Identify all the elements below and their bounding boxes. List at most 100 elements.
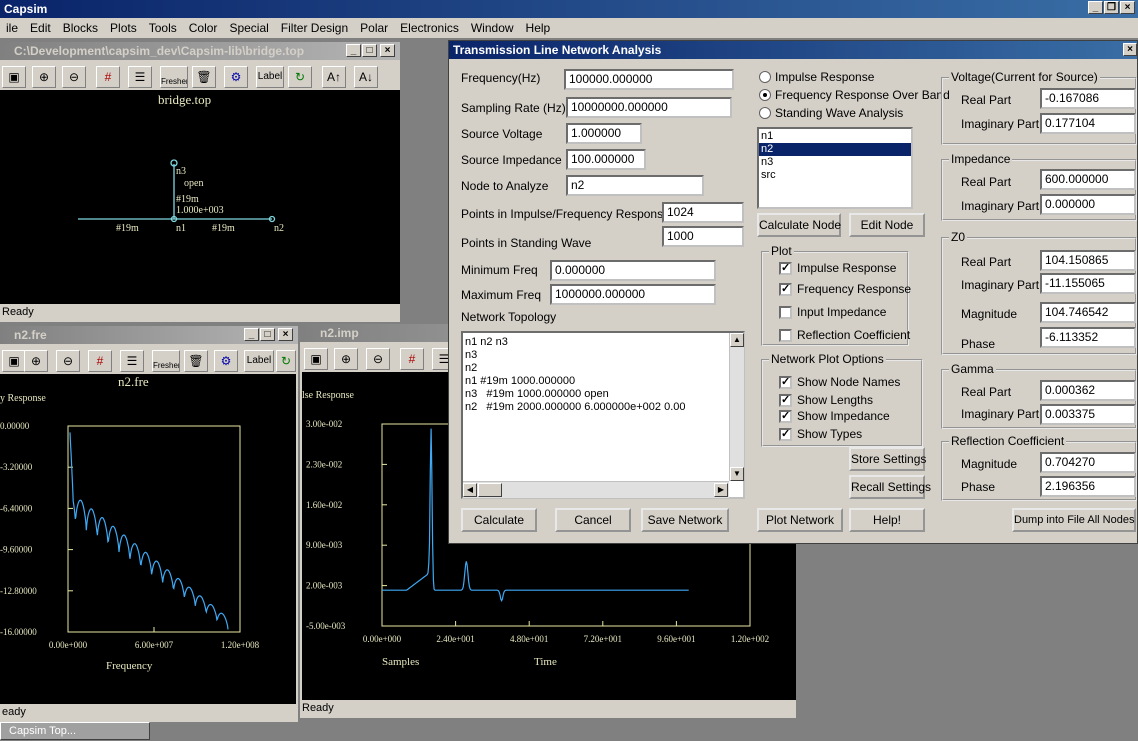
fre-maximize-button[interactable]: □	[260, 328, 275, 341]
impedance-imag-field[interactable]: 0.000000	[1040, 194, 1136, 215]
checkbox[interactable]: ✓	[779, 410, 792, 423]
checkbox[interactable]	[779, 306, 792, 319]
blocks-icon[interactable]: ⚙	[214, 350, 238, 372]
freshen-button[interactable]: Freshen	[160, 66, 188, 88]
menu-item-3[interactable]: Plots	[104, 21, 143, 35]
scroll-up-arrow[interactable]: ▲	[730, 333, 744, 347]
label-button[interactable]: Label	[256, 66, 284, 88]
app-restore-button[interactable]: ❐	[1104, 1, 1119, 14]
node-listbox[interactable]: n1 n2 n3 src	[757, 127, 913, 209]
list-icon[interactable]: ☰	[120, 350, 144, 372]
calculate-button[interactable]: Calculate	[461, 508, 537, 532]
checkbox[interactable]: ✓	[779, 283, 792, 296]
impedance-real-field[interactable]: 600.000000	[1040, 169, 1136, 190]
gamma-imag-field[interactable]: 0.003375	[1040, 404, 1136, 425]
z0-imag-field[interactable]: -11.155065	[1040, 273, 1136, 294]
trash-icon[interactable]: 🗑	[192, 66, 216, 88]
menu-item-4[interactable]: Tools	[143, 21, 183, 35]
node-to-analyze-field[interactable]: n2	[566, 175, 704, 196]
radio-circle[interactable]	[759, 71, 771, 83]
trash-icon[interactable]: 🗑	[184, 350, 208, 372]
z0-magnitude-field[interactable]: 104.746542	[1040, 302, 1136, 323]
gamma-real-field[interactable]: 0.000362	[1040, 380, 1136, 401]
app-minimize-button[interactable]: _	[1088, 1, 1103, 14]
zoom-out-icon[interactable]: ⊖	[62, 66, 86, 88]
refresh-icon[interactable]: ↻	[288, 66, 312, 88]
min-freq-field[interactable]: 0.000000	[550, 260, 716, 281]
node-list-item[interactable]: n1	[759, 130, 911, 143]
save-icon[interactable]: ▣	[2, 350, 26, 372]
menu-item-7[interactable]: Filter Design	[275, 21, 354, 35]
radio-option[interactable]: Standing Wave Analysis	[757, 105, 941, 121]
menu-item-8[interactable]: Polar	[354, 21, 394, 35]
refresh-icon[interactable]: ↻	[276, 350, 296, 372]
node-list-item[interactable]: n2	[759, 143, 911, 156]
scroll-down-arrow[interactable]: ▼	[730, 467, 744, 481]
fre-close-button[interactable]: ×	[278, 328, 293, 341]
points-wave-field[interactable]: 1000	[662, 226, 744, 247]
blocks-icon[interactable]: ⚙	[224, 66, 248, 88]
freshen-button[interactable]: Freshen	[152, 350, 180, 372]
fre-plot[interactable]: n2.fre y Response Frequency 0.00000 -3.20…	[0, 374, 296, 704]
checkbox[interactable]	[779, 329, 792, 342]
z0-real-field[interactable]: 104.150865	[1040, 250, 1136, 271]
bridge-close-button[interactable]: ×	[380, 44, 395, 57]
menu-item-2[interactable]: Blocks	[57, 21, 104, 35]
checkbox[interactable]: ✓	[779, 394, 792, 407]
menu-item-6[interactable]: Special	[223, 21, 274, 35]
topology-hscrollbar[interactable]: ◀ ▶	[463, 481, 729, 498]
menu-item-11[interactable]: Help	[520, 21, 557, 35]
checkbox[interactable]: ✓	[779, 428, 792, 441]
taskbar-item[interactable]: Capsim Top...	[0, 722, 150, 740]
radio-option[interactable]: Impulse Response	[757, 69, 941, 85]
checkbox[interactable]: ✓	[779, 376, 792, 389]
menu-item-5[interactable]: Color	[183, 21, 224, 35]
voltage-imag-field[interactable]: 0.177104	[1040, 113, 1136, 134]
radio-circle[interactable]	[759, 107, 771, 119]
menu-item-1[interactable]: Edit	[24, 21, 57, 35]
radio-circle[interactable]	[759, 89, 771, 101]
zoom-out-icon[interactable]: ⊖	[366, 348, 390, 370]
node-list-item[interactable]: n3	[759, 156, 911, 169]
node-list-item[interactable]: src	[759, 169, 911, 182]
reflection-magnitude-field[interactable]: 0.704270	[1040, 452, 1136, 473]
menu-item-9[interactable]: Electronics	[394, 21, 465, 35]
z0-phase-field[interactable]: -6.113352	[1040, 327, 1136, 348]
plot-network-button[interactable]: Plot Network	[757, 508, 843, 532]
menu-item-0[interactable]: ile	[0, 21, 24, 35]
save-network-button[interactable]: Save Network	[641, 508, 729, 532]
menu-item-10[interactable]: Window	[465, 21, 520, 35]
radio-option[interactable]: Frequency Response Over Band	[757, 87, 950, 103]
calculate-node-button[interactable]: Calculate Node	[757, 213, 841, 237]
source-impedance-field[interactable]: 100.000000	[566, 149, 646, 170]
dump-all-nodes-button[interactable]: Dump into File All Nodes	[1012, 508, 1136, 532]
max-freq-field[interactable]: 1000000.000000	[550, 284, 716, 305]
label-button[interactable]: Label	[244, 350, 274, 372]
cancel-button[interactable]: Cancel	[555, 508, 631, 532]
store-settings-button[interactable]: Store Settings	[849, 447, 926, 471]
grid-icon[interactable]: #	[400, 348, 424, 370]
frequency-field[interactable]: 100000.000000	[564, 69, 734, 90]
save-icon[interactable]: ▣	[304, 348, 328, 370]
edit-node-button[interactable]: Edit Node	[849, 213, 925, 237]
bridge-maximize-button[interactable]: □	[362, 44, 377, 57]
checkbox[interactable]: ✓	[779, 262, 792, 275]
zoom-in-icon[interactable]: ⊕	[32, 66, 56, 88]
reflection-phase-field[interactable]: 2.196356	[1040, 476, 1136, 497]
fre-minimize-button[interactable]: _	[244, 328, 259, 341]
save-icon[interactable]: ▣	[2, 66, 26, 88]
bridge-canvas[interactable]: bridge.top n3 open #19m 1.000e+003 #19m …	[0, 90, 400, 304]
grid-icon[interactable]: #	[88, 350, 112, 372]
list-icon[interactable]: ☰	[128, 66, 152, 88]
zoom-out-icon[interactable]: ⊖	[56, 350, 80, 372]
topology-textarea[interactable]: n1 n2 n3 n3 n2 n1 #19m 1000.000000 n3 #19m 1…	[461, 331, 745, 499]
bridge-minimize-button[interactable]: _	[346, 44, 361, 57]
source-voltage-field[interactable]: 1.000000	[566, 123, 642, 144]
scroll-thumb[interactable]	[478, 483, 502, 497]
topology-vscrollbar[interactable]: ▲ ▼	[729, 333, 744, 481]
help-button[interactable]: Help!	[849, 508, 925, 532]
recall-settings-button[interactable]: Recall Settings	[849, 475, 931, 499]
grid-icon[interactable]: #	[96, 66, 120, 88]
zoom-in-icon[interactable]: ⊕	[24, 350, 48, 372]
scroll-left-arrow[interactable]: ◀	[463, 483, 477, 497]
